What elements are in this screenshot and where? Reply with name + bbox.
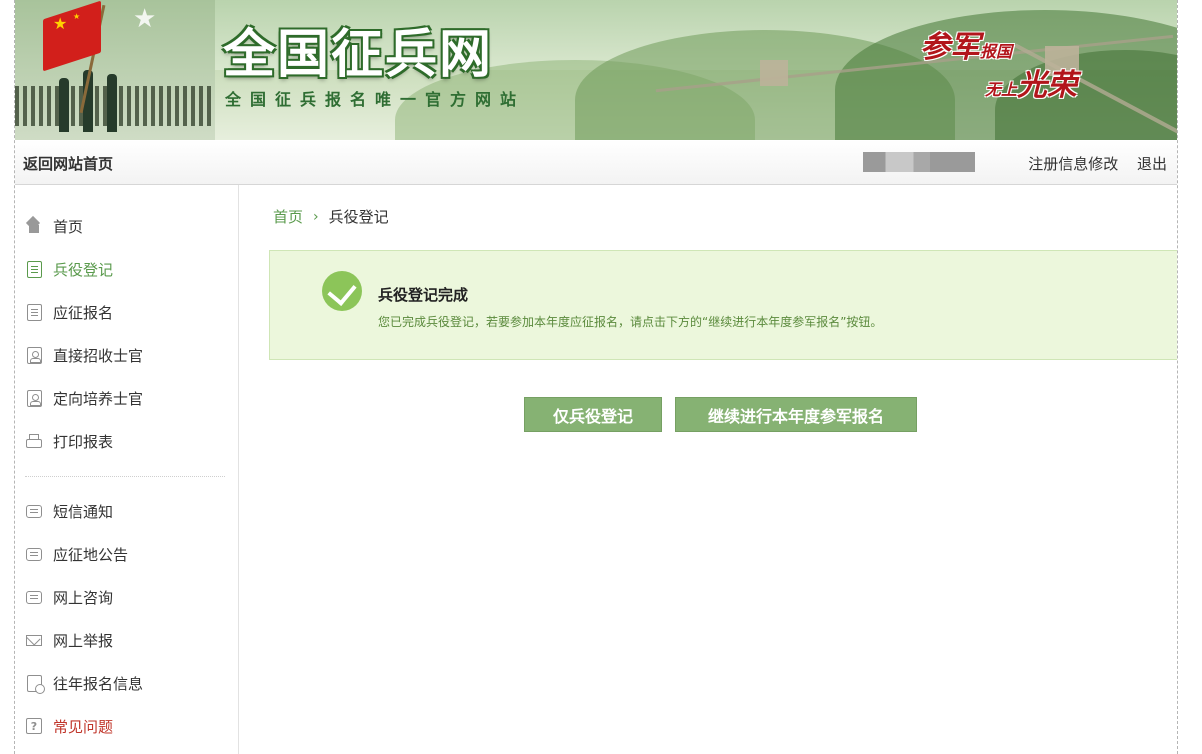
sidebar-item-sms-notice[interactable]: 短信通知 xyxy=(25,498,113,524)
register-only-button[interactable]: 仅兵役登记 xyxy=(524,397,662,432)
page-frame: ★ ★ ★ 全国征兵网 全国征兵报名唯一官方网站 参军报国 无上光荣 返回网站首… xyxy=(14,0,1178,754)
question-icon: ? xyxy=(25,717,43,735)
notice-title: 兵役登记完成 xyxy=(378,286,469,304)
honor-guard-image: ★ ★ ★ xyxy=(15,0,215,140)
back-to-home-link[interactable]: 返回网站首页 xyxy=(23,153,113,174)
sidebar-item-local-announcement[interactable]: 应征地公告 xyxy=(25,541,128,567)
site-subtitle: 全国征兵报名唯一官方网站 xyxy=(225,90,526,109)
home-icon xyxy=(25,217,43,235)
sidebar-item-online-report[interactable]: 网上举报 xyxy=(25,627,113,653)
sidebar-item-military-registration[interactable]: 兵役登记 xyxy=(25,256,113,282)
star-icon: ★ xyxy=(133,4,157,34)
top-nav-bar: 返回网站首页 注册信息修改 退出 xyxy=(15,140,1177,185)
person-card-icon xyxy=(25,389,43,407)
mail-icon xyxy=(25,631,43,649)
site-logo-title: 全国征兵网 xyxy=(223,25,494,85)
site-banner: ★ ★ ★ 全国征兵网 全国征兵报名唯一官方网站 参军报国 无上光荣 xyxy=(15,0,1177,140)
document-icon xyxy=(25,303,43,321)
person-card-icon xyxy=(25,346,43,364)
printer-icon xyxy=(25,432,43,450)
breadcrumb: 首页 › 兵役登记 xyxy=(273,206,389,227)
breadcrumb-current: 兵役登记 xyxy=(328,208,389,226)
sidebar-item-directed-nco[interactable]: 定向培养士官 xyxy=(25,385,143,411)
star-icon: ★ xyxy=(53,14,68,33)
masked-username xyxy=(863,152,975,172)
message-icon xyxy=(25,502,43,520)
sidebar-item-online-consult[interactable]: 网上咨询 xyxy=(25,584,113,610)
sidebar-item-faq[interactable]: ? 常见问题 xyxy=(25,713,113,739)
history-icon xyxy=(25,674,45,694)
edit-registration-link[interactable]: 注册信息修改 xyxy=(1028,155,1118,173)
sidebar-divider xyxy=(25,476,225,477)
notice-text: 您已完成兵役登记，若要参加本年度应征报名，请点击下方的“继续进行本年度参军报名”… xyxy=(378,315,883,329)
chevron-right-icon: › xyxy=(313,208,319,225)
sidebar-item-past-records[interactable]: 往年报名信息 xyxy=(25,670,143,696)
success-notice: 兵役登记完成 您已完成兵役登记，若要参加本年度应征报名，请点击下方的“继续进行本… xyxy=(269,250,1177,360)
slogan-line-2: 无上光荣 xyxy=(985,68,1078,103)
breadcrumb-home-link[interactable]: 首页 xyxy=(273,206,303,227)
message-icon xyxy=(25,545,43,563)
continue-enlist-button[interactable]: 继续进行本年度参军报名 xyxy=(675,397,917,432)
star-icon: ★ xyxy=(73,12,81,21)
check-circle-icon xyxy=(322,271,362,311)
sidebar-item-direct-nco[interactable]: 直接招收士官 xyxy=(25,342,143,368)
document-icon xyxy=(25,260,43,278)
sidebar-item-enlist-application[interactable]: 应征报名 xyxy=(25,299,113,325)
great-wall-tower xyxy=(760,60,788,86)
sidebar-item-home[interactable]: 首页 xyxy=(25,213,83,239)
account-links: 注册信息修改 退出 xyxy=(1014,153,1167,174)
message-icon xyxy=(25,588,43,606)
sidebar: 首页 兵役登记 应征报名 直接招收士官 定向培养士官 打印报表 短信通知 应征地… xyxy=(15,185,239,754)
sidebar-item-print-report[interactable]: 打印报表 xyxy=(25,428,113,454)
logout-link[interactable]: 退出 xyxy=(1137,155,1167,173)
